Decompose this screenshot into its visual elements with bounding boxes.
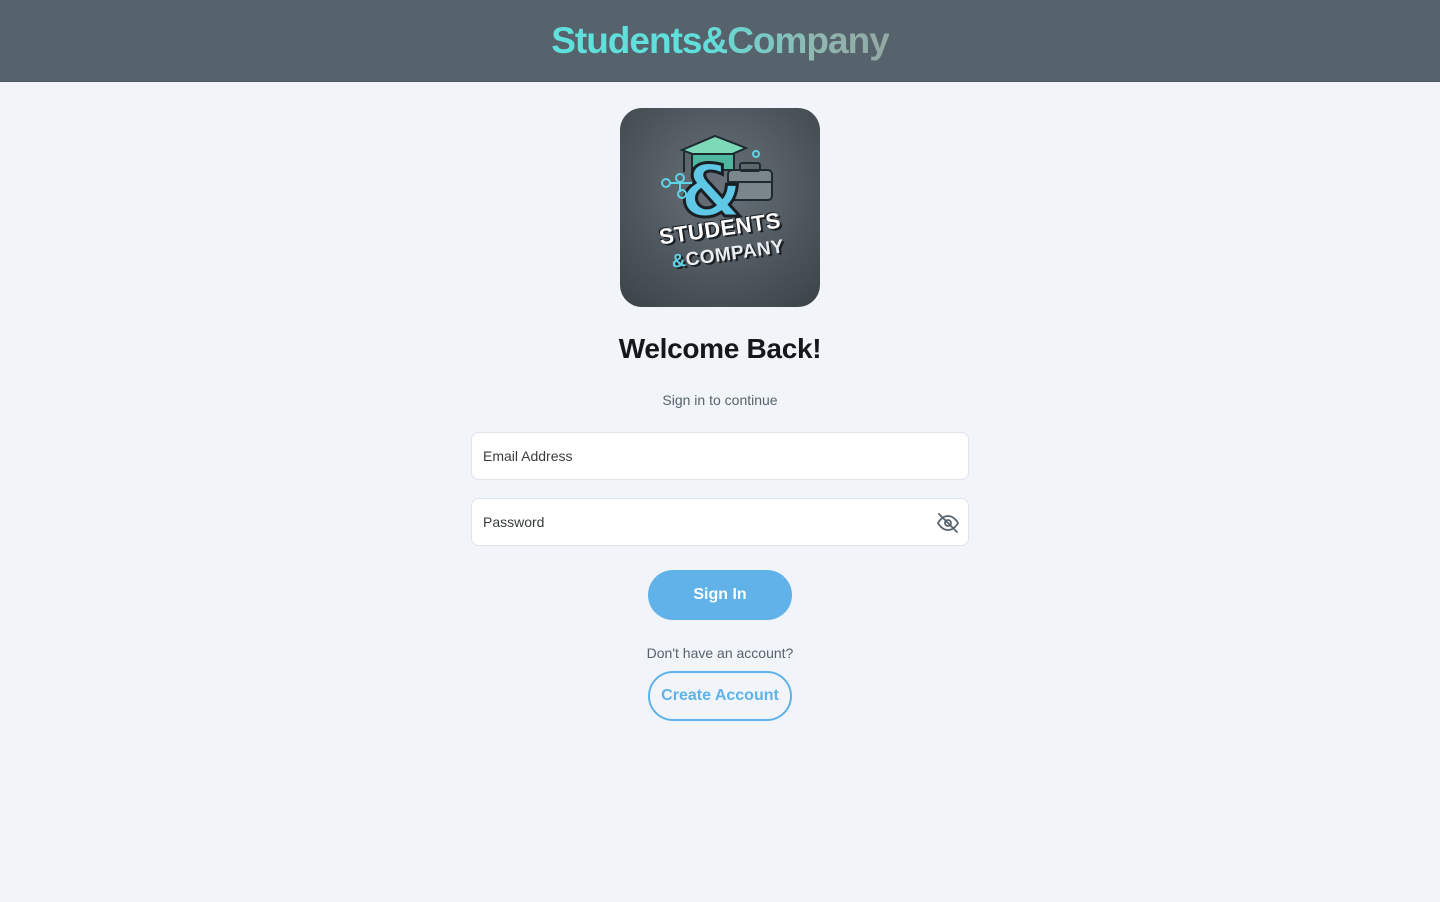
brand-title: Students &Company (551, 19, 890, 62)
eye-off-icon[interactable] (936, 511, 960, 535)
sign-in-button[interactable]: Sign In (648, 570, 792, 620)
email-placeholder: Email Address (483, 448, 573, 464)
email-field[interactable]: Email Address (471, 432, 969, 480)
page-subtitle: Sign in to continue (662, 392, 778, 408)
login-panel: & STUDENTS &COMPANY Welcome Back! Sign i… (0, 82, 1440, 721)
app-logo: & STUDENTS &COMPANY (620, 108, 820, 307)
page-title: Welcome Back! (618, 333, 822, 364)
brand-title-part1: Students (551, 19, 702, 61)
no-account-prompt: Don't have an account? (646, 645, 794, 661)
create-account-button[interactable]: Create Account (648, 671, 792, 721)
password-placeholder: Password (483, 514, 545, 530)
password-field[interactable]: Password (471, 498, 969, 546)
brand-title-part2: &Company (701, 19, 889, 61)
app-header: Students &Company (0, 0, 1440, 82)
